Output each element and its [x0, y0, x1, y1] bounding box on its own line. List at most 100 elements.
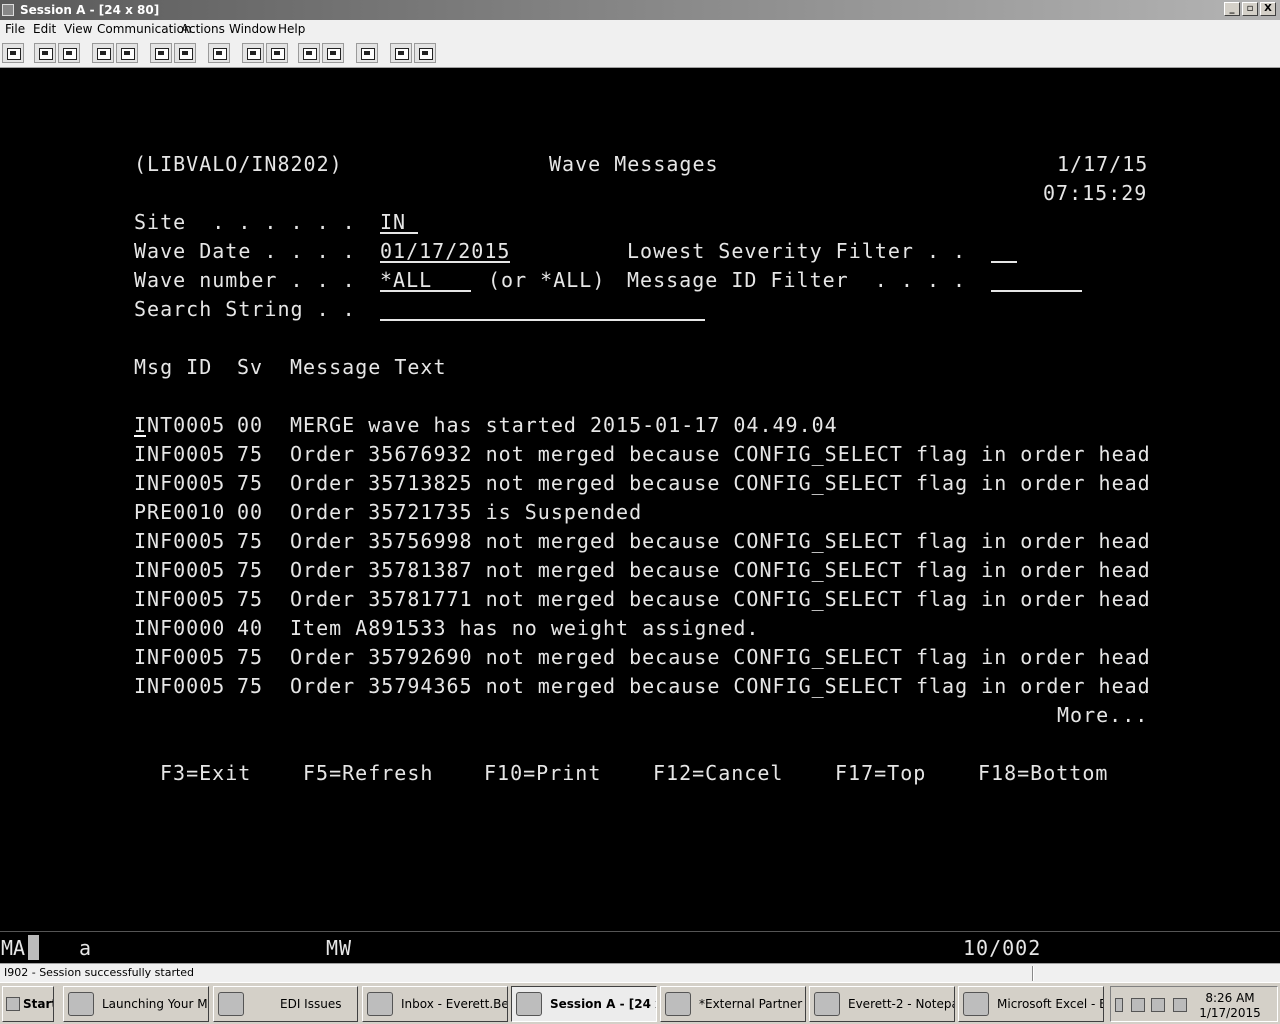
operator-info-area: MA a MW 10/002	[0, 931, 1280, 963]
taskbar-item-excel[interactable]: Microsoft Excel - E...	[958, 986, 1104, 1022]
play-icon[interactable]	[266, 43, 288, 63]
taskbar-item-launching[interactable]: Launching Your Me...	[63, 986, 209, 1022]
tray-network-icon[interactable]	[1131, 998, 1145, 1012]
row-severity: 75	[237, 442, 264, 466]
taskbar-item-session-a[interactable]: Session A - [24 x...	[511, 986, 657, 1022]
col-header-text: Message Text	[290, 355, 447, 379]
row-severity: 00	[237, 413, 264, 437]
fkey-cancel[interactable]: F12=Cancel	[653, 761, 783, 785]
row-severity: 75	[237, 587, 264, 611]
taskbar-label: Inbox - Everett.Be...	[401, 997, 507, 1011]
tray-clock[interactable]: 8:26 AM 1/17/2015	[1199, 991, 1261, 1021]
site-field[interactable]: IN	[380, 210, 418, 234]
row-msgid[interactable]: INF0005	[134, 558, 225, 582]
taskbar-item-inbox[interactable]: Inbox - Everett.Be...	[362, 986, 508, 1022]
row-msgid[interactable]: INF0005	[134, 471, 225, 495]
users-icon	[665, 992, 691, 1016]
oia-mw: MW	[326, 936, 353, 960]
copy-icon[interactable]	[34, 43, 56, 63]
fkey-exit[interactable]: F3=Exit	[160, 761, 251, 785]
window-titlebar[interactable]: Session A - [24 x 80] _ ▫ X	[0, 0, 1280, 20]
oia-indicator	[28, 935, 39, 960]
row-msgid[interactable]: INT0005	[134, 413, 225, 437]
system-tray: 8:26 AM 1/17/2015	[1110, 986, 1278, 1022]
row-msgid[interactable]: INF0005	[134, 645, 225, 669]
search-field[interactable]	[380, 297, 705, 321]
screen-date: 1/17/15	[1057, 152, 1149, 176]
paste-icon[interactable]	[58, 43, 80, 63]
fkey-bottom[interactable]: F18=Bottom	[978, 761, 1108, 785]
menu-view[interactable]: View	[64, 20, 92, 38]
taskbar-label: Everett-2 - Notepad	[848, 997, 955, 1011]
receive-icon[interactable]	[116, 43, 138, 63]
restore-button[interactable]: ▫	[1242, 2, 1258, 16]
record-icon[interactable]	[242, 43, 264, 63]
menu-help[interactable]: Help	[278, 20, 305, 38]
row-severity: 75	[237, 558, 264, 582]
terminal-session-icon	[516, 992, 542, 1016]
display-icon[interactable]	[150, 43, 172, 63]
severity-filter-field[interactable]	[991, 239, 1017, 263]
taskbar: Start Launching Your Me... EDI Issues In…	[0, 982, 1280, 1024]
transfer-icon[interactable]	[356, 43, 378, 63]
row-msgid[interactable]: PRE0010	[134, 500, 225, 524]
terminal-screen[interactable]: (LIBVALO/IN8202) Wave Messages 1/17/15 0…	[0, 69, 1280, 929]
volume-icon[interactable]	[1173, 998, 1187, 1012]
windows-logo-icon	[6, 997, 20, 1011]
col-header-severity: Sv	[237, 355, 264, 379]
toolbar	[0, 38, 1280, 68]
taskbar-item-edi-issues[interactable]: EDI Issues	[213, 986, 358, 1022]
row-severity: 75	[237, 674, 264, 698]
row-msgid[interactable]: INF0005	[134, 529, 225, 553]
app-icon[interactable]	[2, 4, 14, 16]
row-msgid[interactable]: INF0005	[134, 442, 225, 466]
minimize-button[interactable]: _	[1224, 2, 1240, 16]
start-button[interactable]: Start	[2, 986, 54, 1022]
site-label: Site . . . . . .	[134, 210, 356, 234]
msgid-filter-field[interactable]	[991, 268, 1082, 292]
stop-icon[interactable]	[298, 43, 320, 63]
row-msgid[interactable]: INF0000	[134, 616, 225, 640]
wave-date-field[interactable]: 01/17/2015	[380, 239, 510, 263]
menu-edit[interactable]: Edit	[33, 20, 56, 38]
row-msgid[interactable]: INF0005	[134, 587, 225, 611]
row-text: Order 35781387 not merged because CONFIG…	[290, 558, 1151, 582]
tray-monitor-icon[interactable]	[1151, 998, 1165, 1012]
fkey-print[interactable]: F10=Print	[484, 761, 601, 785]
search-label: Search String . .	[134, 297, 356, 321]
wave-number-field[interactable]: *ALL	[380, 268, 471, 292]
settings-icon[interactable]	[390, 43, 412, 63]
oia-a: a	[79, 936, 93, 960]
close-button[interactable]: X	[1260, 2, 1276, 16]
menu-window[interactable]: Window	[229, 20, 276, 38]
macro-icon[interactable]	[208, 43, 230, 63]
menu-actions[interactable]: Actions	[181, 20, 225, 38]
edit-icon[interactable]	[322, 43, 344, 63]
col-header-msgid: Msg ID	[134, 355, 213, 379]
tray-expand-icon[interactable]	[1115, 998, 1123, 1012]
help-icon[interactable]	[414, 43, 436, 63]
keypad-icon[interactable]	[174, 43, 196, 63]
row-severity: 75	[237, 471, 264, 495]
row-severity: 75	[237, 529, 264, 553]
print-screen-icon[interactable]	[2, 43, 24, 63]
wave-number-hint: (or *ALL)	[488, 268, 606, 292]
fkey-top[interactable]: F17=Top	[835, 761, 926, 785]
taskbar-label: *External Partner ...	[699, 997, 806, 1011]
menu-communication[interactable]: Communication	[97, 20, 192, 38]
row-severity: 40	[237, 616, 264, 640]
fkey-refresh[interactable]: F5=Refresh	[303, 761, 433, 785]
internet-explorer-icon	[68, 992, 94, 1016]
oia-mode: MA	[1, 936, 26, 960]
taskbar-label: Microsoft Excel - E...	[997, 997, 1103, 1011]
menu-file[interactable]: File	[5, 20, 25, 38]
status-bar: I902 - Session successfully started	[0, 963, 1280, 982]
row-msgid[interactable]: INF0005	[134, 674, 225, 698]
taskbar-item-external-partner[interactable]: *External Partner ...	[660, 986, 806, 1022]
taskbar-label: Launching Your Me...	[102, 997, 208, 1011]
page-title: Wave Messages	[549, 152, 719, 176]
send-icon[interactable]	[92, 43, 114, 63]
wave-number-label: Wave number . . .	[134, 268, 356, 292]
window-title: Session A - [24 x 80]	[20, 3, 160, 17]
taskbar-item-notepad[interactable]: Everett-2 - Notepad	[809, 986, 955, 1022]
